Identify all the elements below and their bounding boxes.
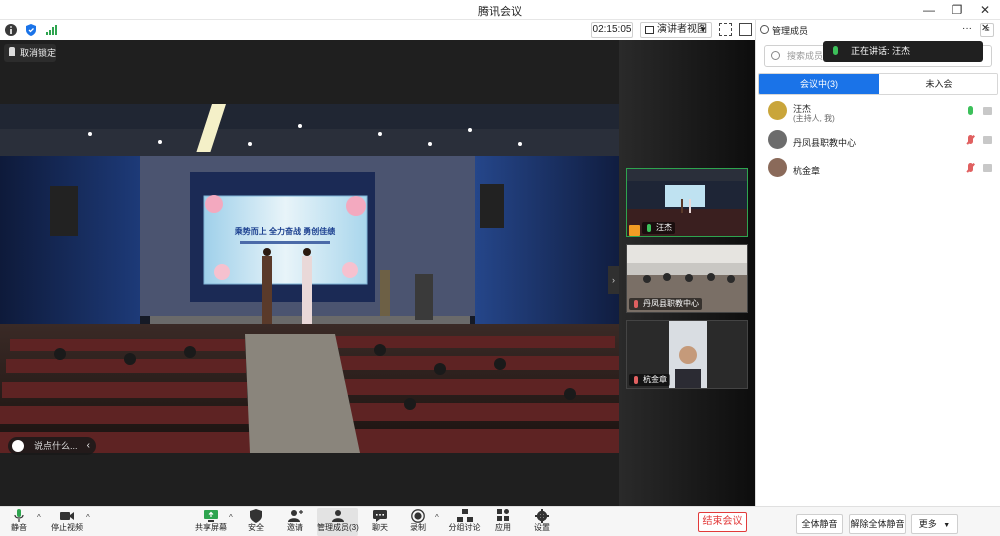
- camera-icon[interactable]: [983, 164, 992, 172]
- invite-button[interactable]: 邀请: [284, 508, 306, 536]
- shield-icon[interactable]: [24, 23, 38, 37]
- chevron-down-icon: ▼: [943, 522, 951, 529]
- video-thumbnail[interactable]: 汪杰: [626, 168, 748, 237]
- chat-placeholder: 说点什么...: [34, 441, 78, 451]
- main-video[interactable]: 乘势而上 全力奋战 勇创佳绩: [0, 104, 619, 453]
- invite-user-icon: [288, 510, 303, 522]
- gear-icon: [535, 509, 549, 523]
- meeting-timer: 02:15:05: [591, 22, 633, 38]
- video-stage: 取消锁定 乘势而上 全力奋战 勇创佳绩 说点什么... ‹ › 汪杰 丹凤县职教…: [0, 40, 755, 506]
- apps-grid-icon: [497, 509, 509, 521]
- emoji-icon[interactable]: [12, 440, 24, 452]
- more-button[interactable]: 更多 ▼: [911, 514, 958, 534]
- fullscreen-icon[interactable]: [719, 23, 732, 36]
- security-button[interactable]: 安全: [245, 508, 267, 536]
- record-icon: [411, 509, 425, 523]
- video-thumbnail[interactable]: 丹凤县职教中心: [626, 244, 748, 313]
- chat-input[interactable]: 说点什么... ‹: [8, 437, 96, 455]
- collapse-chevron-icon[interactable]: ‹: [87, 437, 90, 455]
- mic-icon: [833, 46, 838, 55]
- member-row[interactable]: 杭金章: [756, 156, 1000, 182]
- video-camera-icon: [60, 512, 74, 520]
- member-row[interactable]: 汪杰 (主持人, 我): [756, 99, 1000, 125]
- manage-members-button[interactable]: 管理成员(3): [317, 508, 359, 536]
- stop-video-button[interactable]: 停止视频: [50, 508, 84, 536]
- thumbnail-name-label: 汪杰: [642, 222, 675, 234]
- apps-button[interactable]: 应用: [492, 508, 514, 536]
- member-tabs: 会议中(3) 未入会: [758, 73, 998, 95]
- mic-muted-icon[interactable]: [968, 135, 973, 144]
- mic-options-caret[interactable]: ^: [37, 513, 41, 522]
- video-thumbnail[interactable]: 杭金章: [626, 320, 748, 389]
- meeting-info-bar: 02:15:05 演讲者视图 ▼: [0, 20, 755, 40]
- mic-on-icon[interactable]: [968, 106, 973, 115]
- signal-icon[interactable]: [44, 23, 58, 37]
- layout-icon[interactable]: [739, 23, 752, 36]
- tab-in-meeting[interactable]: 会议中(3): [759, 74, 879, 94]
- auditorium-scene: 乘势而上 全力奋战 勇创佳绩: [0, 104, 619, 453]
- speaking-label: 正在讲话: 汪杰: [851, 46, 911, 56]
- host-badge-icon: [629, 225, 640, 236]
- avatar: [768, 158, 787, 177]
- speaking-indicator: 正在讲话: 汪杰: [823, 41, 983, 62]
- video-options-caret[interactable]: ^: [86, 513, 90, 522]
- restore-button[interactable]: ❐: [944, 1, 970, 19]
- pin-icon: [9, 47, 15, 56]
- chevron-down-icon: ▼: [699, 25, 707, 34]
- avatar: [768, 130, 787, 149]
- meeting-toolbar: 静音 ^ 停止视频 ^ 共享屏幕 ^ 安全 邀请 管理成员(3) 聊天 录制 ^…: [0, 506, 1000, 536]
- mic-icon: [14, 509, 24, 522]
- settings-button[interactable]: 设置: [531, 508, 553, 536]
- gallery-toggle-button[interactable]: ›: [608, 266, 619, 294]
- mute-all-button[interactable]: 全体静音: [796, 514, 843, 534]
- shield-icon: [250, 509, 262, 523]
- unpin-label: 取消锁定: [20, 48, 57, 58]
- unmute-all-button[interactable]: 解除全体静音: [849, 514, 906, 534]
- avatar: [768, 101, 787, 120]
- more-options-icon[interactable]: ···: [962, 23, 972, 34]
- breakout-rooms-button[interactable]: 分组讨论: [448, 508, 481, 536]
- slide-headline: 乘势而上 全力奋战 勇创佳绩: [234, 226, 335, 236]
- share-options-caret[interactable]: ^: [229, 513, 233, 522]
- chat-icon: [373, 510, 387, 522]
- end-meeting-button[interactable]: 结束会议: [698, 512, 747, 532]
- unpin-button[interactable]: 取消锁定: [4, 44, 56, 62]
- record-options-caret[interactable]: ^: [435, 513, 439, 522]
- share-screen-icon: [204, 510, 218, 522]
- share-screen-button[interactable]: 共享屏幕: [195, 508, 227, 536]
- mute-button[interactable]: 静音: [6, 508, 32, 536]
- window-title: 腾讯会议: [478, 6, 522, 18]
- speaker-view-icon: [645, 26, 654, 34]
- members-icon: [331, 510, 344, 522]
- member-role: (主持人, 我): [793, 114, 835, 123]
- panel-title: 管理成员: [772, 26, 809, 36]
- view-mode-dropdown[interactable]: 演讲者视图 ▼: [640, 22, 712, 38]
- search-placeholder: 搜索成员: [787, 51, 824, 61]
- camera-icon[interactable]: [983, 136, 992, 144]
- search-icon: [771, 51, 780, 60]
- video-gallery: 汪杰 丹凤县职教中心 杭金章: [619, 40, 755, 506]
- chat-button[interactable]: 聊天: [369, 508, 391, 536]
- member-name: 丹凤县职教中心: [793, 138, 857, 148]
- mic-muted-icon: [634, 376, 638, 384]
- panel-header: 管理成员 ··· ✕: [756, 20, 1000, 40]
- breakout-icon: [456, 509, 473, 522]
- thumbnail-name-label: 杭金章: [629, 374, 670, 386]
- mic-muted-icon[interactable]: [968, 163, 973, 172]
- member-name: 杭金章: [793, 166, 821, 176]
- mic-on-icon: [647, 224, 651, 232]
- close-button[interactable]: ✕: [972, 1, 998, 19]
- record-button[interactable]: 录制: [407, 508, 429, 536]
- title-bar: 腾讯会议 — ❐ ✕: [0, 0, 1000, 20]
- info-icon[interactable]: [4, 23, 18, 37]
- members-panel: 管理成员 ··· ✕ ≡ 搜索成员 正在讲话: 汪杰 会议中(3) 未入会 汪杰…: [755, 20, 1000, 506]
- member-row[interactable]: 丹凤县职教中心: [756, 128, 1000, 154]
- camera-icon[interactable]: [983, 107, 992, 115]
- tab-not-joined[interactable]: 未入会: [879, 74, 997, 94]
- mic-muted-icon: [634, 300, 638, 308]
- thumbnail-name-label: 丹凤县职教中心: [629, 298, 702, 310]
- minimize-button[interactable]: —: [916, 1, 942, 19]
- window-menu-button[interactable]: ≡: [980, 23, 994, 37]
- members-icon: [760, 25, 769, 34]
